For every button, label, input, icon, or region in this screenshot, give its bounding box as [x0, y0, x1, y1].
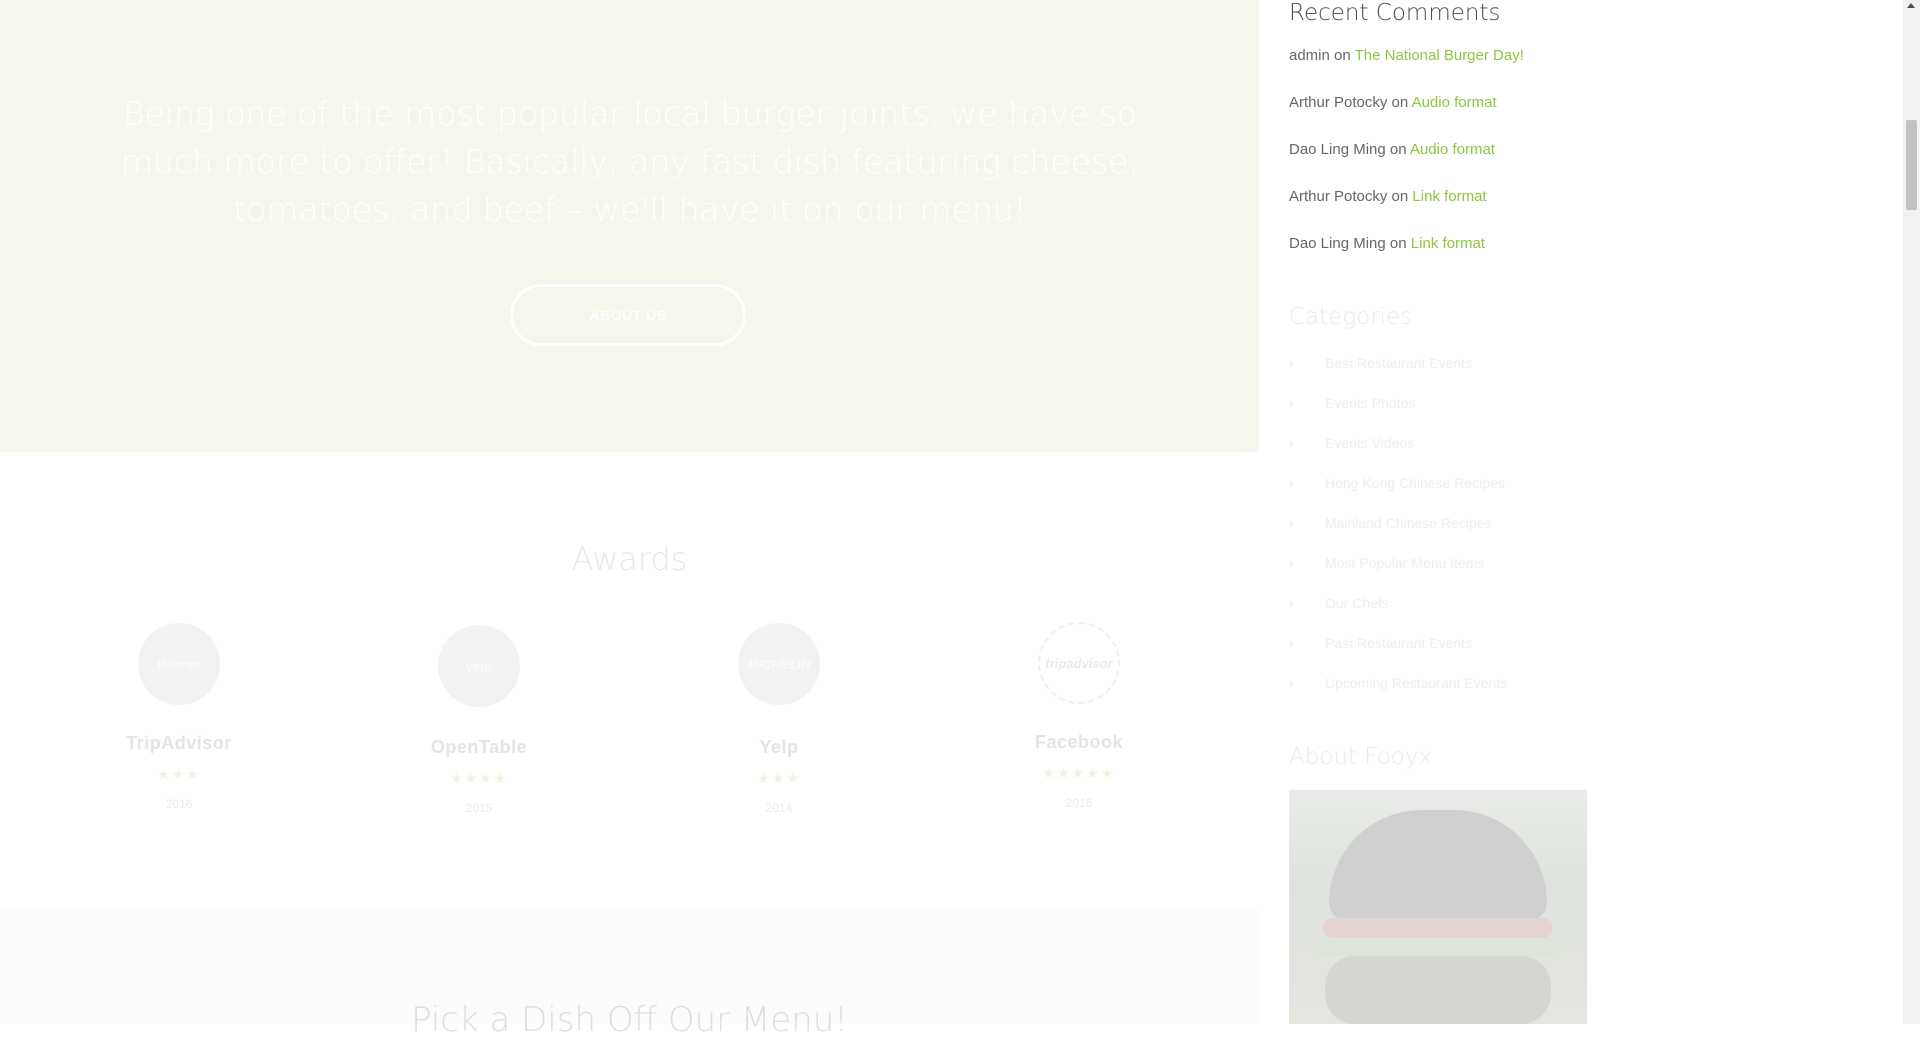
category-item[interactable]: › Events Videos: [1289, 435, 1414, 451]
award-name: Yelp: [759, 737, 799, 757]
comment-post-link[interactable]: Link format: [1411, 235, 1485, 252]
main-content: Being one of the most popular local burg…: [0, 0, 1259, 1040]
about-us-button[interactable]: ABOUT US: [510, 284, 746, 346]
about-burger-image: [1289, 790, 1587, 1024]
chevron-right-icon: ›: [1289, 355, 1294, 371]
comment-author: Arthur Potocky: [1289, 94, 1388, 111]
category-item[interactable]: › Upcoming Restaurant Events: [1289, 675, 1507, 691]
chevron-right-icon: ›: [1289, 595, 1294, 611]
about-title: About Fooyx: [1289, 744, 1433, 770]
category-label: Past Restaurant Events: [1325, 635, 1473, 651]
chevron-right-icon: ›: [1289, 395, 1294, 411]
comment-on: on: [1389, 235, 1407, 252]
comment-item: admin on The National Burger Day!: [1289, 47, 1524, 64]
comment-on: on: [1389, 141, 1407, 158]
comment-post-link[interactable]: The National Burger Day!: [1355, 47, 1524, 64]
comment-item: Arthur Potocky on Link format: [1289, 188, 1487, 205]
sidebar: Recent Comments admin on The National Bu…: [1289, 0, 1709, 1024]
category-item[interactable]: › Most Popular Menu Items: [1289, 555, 1485, 571]
chevron-right-icon: ›: [1289, 515, 1294, 531]
comment-author: Dao Ling Ming: [1289, 141, 1386, 158]
comment-author: Arthur Potocky: [1289, 188, 1388, 205]
award-year: 2016: [165, 797, 193, 811]
awards-title: Awards: [571, 540, 688, 578]
chevron-right-icon: ›: [1289, 435, 1294, 451]
comment-post-link[interactable]: Audio format: [1412, 94, 1497, 111]
category-label: Events Videos: [1325, 435, 1415, 451]
award-name: TripAdvisor: [126, 733, 232, 753]
chevron-right-icon: ›: [1289, 475, 1294, 491]
comment-on: on: [1391, 188, 1409, 205]
chevron-right-icon: ›: [1289, 635, 1294, 651]
comment-author: admin: [1289, 47, 1330, 64]
comment-on: on: [1334, 47, 1351, 64]
category-label: Most Popular Menu Items: [1325, 555, 1485, 571]
category-label: Events Photos: [1325, 395, 1416, 411]
award-stars: ★★★★: [449, 770, 509, 786]
category-label: Upcoming Restaurant Events: [1325, 675, 1508, 691]
comment-author: Dao Ling Ming: [1289, 235, 1386, 252]
category-label: Hong Kong Chinese Recipes: [1325, 475, 1505, 491]
award-item-opentable: yelp OpenTable ★★★★ 2015: [389, 625, 569, 815]
category-item[interactable]: › Past Restaurant Events: [1289, 635, 1472, 651]
category-item[interactable]: › Our Chefs: [1289, 595, 1389, 611]
recent-comments-title: Recent Comments: [1289, 0, 1501, 26]
scroll-up-icon[interactable]: [1907, 3, 1915, 8]
comment-item: Dao Ling Ming on Audio format: [1289, 141, 1495, 158]
scroll-thumb[interactable]: [1906, 120, 1917, 210]
award-name: OpenTable: [430, 737, 528, 757]
award-name: Facebook: [1034, 732, 1124, 752]
category-item[interactable]: › Events Photos: [1289, 395, 1415, 411]
yelp-badge-icon: yelp: [438, 625, 520, 707]
category-label: Mainland Chinese Recipes: [1325, 515, 1492, 531]
category-label: Our Chefs: [1325, 595, 1389, 611]
category-item[interactable]: › Best Restaurant Events: [1289, 355, 1472, 371]
chevron-right-icon: ›: [1289, 675, 1294, 691]
hero-text: Being one of the most popular local burg…: [120, 94, 1140, 229]
laurel-badge-icon: tripadvisor: [1038, 622, 1120, 704]
award-item-tripadvisor: Winner TripAdvisor ★★★ 2016: [89, 623, 269, 811]
comment-post-link[interactable]: Audio format: [1410, 141, 1495, 158]
award-stars: ★★★★★: [1042, 765, 1116, 781]
category-item[interactable]: › Mainland Chinese Recipes: [1289, 515, 1492, 531]
award-stars: ★★★: [757, 770, 801, 786]
category-item[interactable]: › Hong Kong Chinese Recipes: [1289, 475, 1505, 491]
menu-title: Pick a Dish Off Our Menu!: [411, 1000, 848, 1040]
hero-section: Being one of the most popular local burg…: [0, 0, 1259, 452]
award-item-facebook: tripadvisor Facebook ★★★★★ 2016: [989, 622, 1169, 810]
award-item-yelp: MICHELIN Yelp ★★★ 2014: [689, 623, 869, 815]
winner-badge-icon: Winner: [138, 623, 220, 705]
comment-item: Arthur Potocky on Audio format: [1289, 94, 1497, 111]
comment-item: Dao Ling Ming on Link format: [1289, 235, 1485, 252]
award-stars: ★★★: [157, 766, 201, 782]
michelin-badge-icon: MICHELIN: [738, 623, 820, 705]
award-year: 2015: [465, 801, 493, 815]
comment-on: on: [1391, 94, 1409, 111]
page-scrollbar[interactable]: [1903, 0, 1920, 1024]
chevron-right-icon: ›: [1289, 555, 1294, 571]
category-label: Best Restaurant Events: [1325, 355, 1473, 371]
award-year: 2016: [1065, 796, 1093, 810]
award-year: 2014: [765, 801, 793, 815]
categories-title: Categories: [1289, 304, 1413, 330]
comment-post-link[interactable]: Link format: [1412, 188, 1486, 205]
